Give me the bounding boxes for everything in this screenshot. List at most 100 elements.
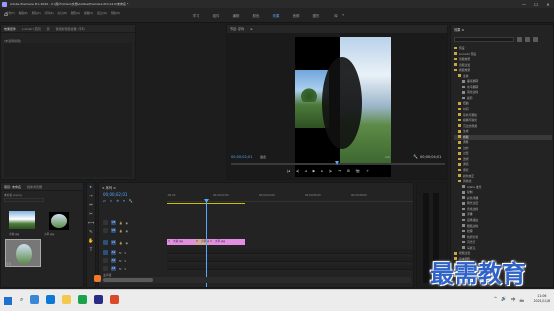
play-icon[interactable]: ▶ [313,169,316,173]
tab-effects[interactable]: 效果 [266,13,286,18]
snap-icon[interactable]: ∩ [110,199,112,203]
track-lock-icon[interactable]: 🔒 [119,221,122,225]
program-scrub-bar[interactable] [231,163,445,165]
track-eye-icon[interactable]: ◉ [125,229,127,233]
wechat-icon[interactable] [78,295,87,304]
tab-assembly[interactable]: 组件 [206,13,226,18]
premiere-pro-taskbar-icon[interactable] [94,295,103,304]
task-view-icon[interactable] [30,295,39,304]
timeline-ruler[interactable]: :00;00 00;00;02;00 00;00;04;00 00;00;06;… [167,192,413,202]
mute-button[interactable]: M [119,251,121,255]
search-icon[interactable]: ⌕ [20,296,23,304]
project-search-input[interactable] [4,198,44,202]
timeline-settings-icon[interactable]: 🔧 [129,199,133,203]
media-thumbnail[interactable] [9,211,35,229]
audio-track-lane[interactable] [167,265,413,270]
track-label[interactable]: A2 [111,258,116,263]
tab-effect-controls[interactable]: 效果控件 [4,27,16,31]
tab-color[interactable]: 颜色 [246,13,266,18]
file-explorer-icon[interactable] [62,295,71,304]
track-target-toggle[interactable] [103,258,108,263]
menu-graphics[interactable]: 图形(G) [71,11,80,15]
tab-audio-clip-mixer[interactable]: 音频剪辑混合器: 序列 [56,27,85,31]
zoom-fit-dropdown[interactable]: 适合 [260,155,266,159]
tab-media-browser[interactable]: 媒体浏览器 [27,185,42,189]
edge-browser-icon[interactable] [46,295,55,304]
menu-view[interactable]: 视图(V) [84,11,93,15]
track-target-toggle[interactable] [103,220,108,225]
track-eye-icon[interactable]: ◉ [125,221,127,225]
go-to-in-icon[interactable]: |◂ [287,169,290,173]
tray-overflow-icon[interactable]: ^ [494,297,498,305]
app-taskbar-icon[interactable] [110,295,119,304]
audio-track-lane[interactable] [167,249,413,254]
tab-editing[interactable]: 编辑 [226,13,246,18]
windows-start-icon[interactable] [4,297,12,305]
track-label[interactable]: V3 [111,220,116,225]
step-forward-icon[interactable]: ▸ [321,169,323,173]
playback-resolution-dropdown[interactable]: 1/2 [385,155,390,159]
ime-indicator[interactable]: 中 [511,297,516,305]
nest-toggle-icon[interactable]: ⇌ [103,199,106,203]
yuv-effects-icon[interactable] [533,37,538,42]
tab-audio[interactable]: 音频 [286,13,306,18]
track-label[interactable]: V1 [111,240,116,245]
selection-tool-icon[interactable]: ▸ [88,185,94,191]
mute-button[interactable]: M [119,267,121,271]
volume-icon[interactable]: 🔊 [501,297,507,305]
menu-help[interactable]: 帮助(H) [111,11,120,15]
track-select-tool-icon[interactable]: ⇢ [88,194,94,200]
tab-program-sequence[interactable]: 节目: 序列 [230,27,244,31]
track-label[interactable]: A1 [111,250,116,255]
mute-button[interactable]: M [119,259,121,263]
timeline-scrollbar[interactable] [99,277,411,283]
menu-window[interactable]: 窗口(W) [97,11,107,15]
scrollbar-thumb[interactable] [103,278,153,282]
timeline-tab[interactable]: × 序列 ≡ [102,185,116,190]
type-tool-icon[interactable]: T [88,248,94,254]
more-workspaces-icon[interactable]: » [342,12,344,17]
go-to-out-icon[interactable]: ◂| [296,169,299,173]
panel-menu-icon[interactable]: ≡ [250,27,253,31]
tab-project[interactable]: 项目: 未命名 [4,185,21,189]
add-marker-icon[interactable]: ▾ [123,199,125,203]
audio-track-lane[interactable] [167,257,413,262]
export-frame-icon[interactable]: 📷 [356,169,360,173]
track-target-toggle[interactable] [103,250,108,255]
lift-icon[interactable]: ⇥ [338,169,341,173]
timeline-clip[interactable]: 大草.jpg [209,239,245,245]
settings-wrench-icon[interactable]: 🔧 [413,154,418,159]
media-thumbnail[interactable] [49,212,69,230]
pen-tool-icon[interactable]: ✎ [88,230,94,236]
home-icon[interactable]: ⌂ [4,12,10,18]
timeline-playhead-line[interactable] [206,201,207,287]
track-eye-icon[interactable]: ◉ [125,241,127,245]
keyboard-icon[interactable]: 🖮 [520,297,525,305]
track-target-toggle[interactable] [103,240,108,245]
track-lock-icon[interactable]: 🔒 [119,229,122,233]
ripple-edit-tool-icon[interactable]: ⇔ [88,203,94,209]
maximize-button[interactable]: ☐ [530,0,542,8]
track-label[interactable]: V2 [111,228,116,233]
track-lock-icon[interactable]: 🔒 [119,241,122,245]
menu-clip[interactable]: 剪辑(C) [32,11,41,15]
tab-source[interactable]: 源 [47,27,50,31]
button-editor-icon[interactable]: + [366,169,369,173]
captions-app-icon[interactable] [94,275,101,282]
menu-edit[interactable]: 编辑(E) [19,11,28,15]
step-back-icon[interactable]: ◂ [305,169,307,173]
slip-tool-icon[interactable]: ⟷ [88,221,94,227]
go-to-end-icon[interactable]: |▸ [329,169,332,173]
menu-sequence[interactable]: 序列(S) [45,11,54,15]
extract-icon[interactable]: ⊞ [347,169,350,173]
tab-graphics[interactable]: 图形 [306,13,326,18]
solo-button[interactable]: S [124,259,126,263]
effects-search-input[interactable] [454,37,514,42]
accelerated-effects-icon[interactable] [517,37,522,42]
track-target-toggle[interactable] [103,228,108,233]
solo-button[interactable]: S [124,251,126,255]
razor-tool-icon[interactable]: ✂ [88,212,94,218]
32bit-effects-icon[interactable] [525,37,530,42]
timeline-timecode[interactable]: 00;00;02;01 [103,192,127,197]
playhead-timecode[interactable]: 00;00;02;01 [231,155,252,159]
